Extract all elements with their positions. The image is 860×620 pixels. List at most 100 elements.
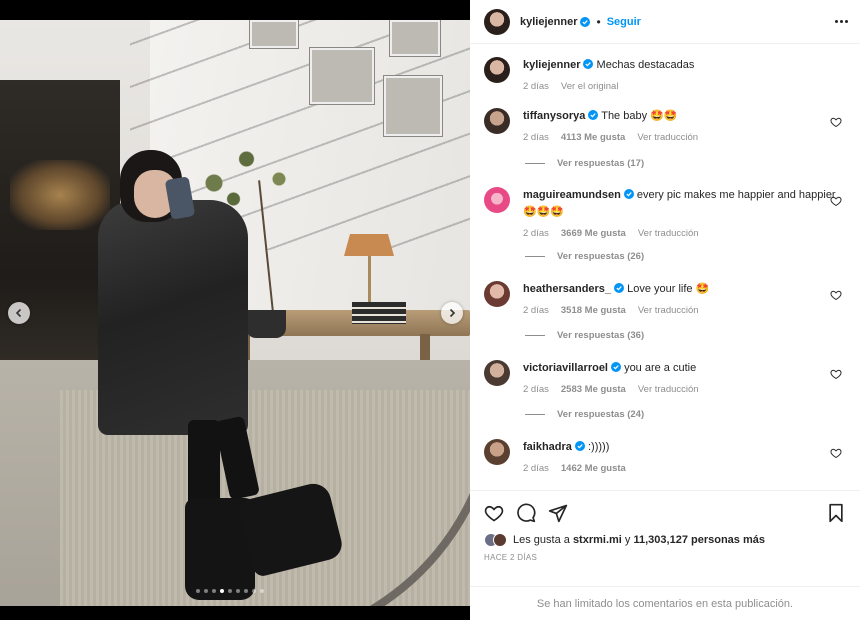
- translate-link[interactable]: Ver traducción: [637, 129, 698, 146]
- action-icons: [470, 491, 860, 523]
- photo-frame: [390, 20, 440, 56]
- comment-time: 2 días: [523, 305, 549, 316]
- avatar: [493, 533, 507, 547]
- comment-meta: 2 días 3669 Me gusta Ver traducción: [523, 225, 850, 242]
- comment-meta: 2 días 4113 Me gusta Ver traducción: [523, 129, 850, 146]
- heart-icon[interactable]: [830, 195, 842, 207]
- verified-icon: [580, 16, 591, 27]
- likes-count-link[interactable]: 11,303,127 personas más: [633, 534, 764, 546]
- comment-time: 2 días: [523, 228, 549, 239]
- verified-icon: [574, 441, 585, 451]
- comment-time: 2 días: [523, 463, 549, 474]
- replies-label: Ver respuestas (36): [557, 330, 645, 341]
- comment-username[interactable]: maguireamundsen: [523, 189, 621, 201]
- comment-likes[interactable]: 3518 Me gusta: [561, 302, 626, 319]
- comment-body: tiffanysorya The baby 🤩🤩 2 días 4113 Me …: [523, 108, 850, 146]
- translate-link[interactable]: Ver traducción: [638, 381, 699, 398]
- avatar[interactable]: [484, 187, 510, 213]
- header-username[interactable]: kyliejenner: [520, 16, 577, 28]
- replies-line: [525, 256, 545, 257]
- comment-likes[interactable]: 2583 Me gusta: [561, 381, 626, 398]
- heart-icon[interactable]: [830, 116, 842, 128]
- view-replies-button[interactable]: Ver respuestas (24): [525, 409, 644, 420]
- chevron-right-icon: [449, 308, 456, 318]
- comment-meta: 2 días 3518 Me gusta Ver traducción: [523, 302, 850, 319]
- post-actions: Les gusta a stxrmi.mi y 11,303,127 perso…: [470, 490, 860, 586]
- replies-line: [525, 414, 545, 415]
- translate-link[interactable]: Ver traducción: [638, 225, 699, 242]
- caption-username[interactable]: kyliejenner: [523, 59, 580, 71]
- likes-user-link[interactable]: stxrmi.mi: [573, 534, 622, 546]
- comment-item: faikhadra :))))) 2 días 1462 Me gusta: [484, 439, 850, 477]
- photo-frame: [310, 48, 374, 104]
- view-replies-button[interactable]: Ver respuestas (17): [525, 158, 644, 169]
- comment-username[interactable]: faikhadra: [523, 441, 572, 453]
- comment-item: victoriavillarroel you are a cutie 2 día…: [484, 360, 850, 398]
- photo-pane: [0, 0, 470, 620]
- likes-text: Les gusta a stxrmi.mi y 11,303,127 perso…: [513, 534, 765, 546]
- replies-line: [525, 163, 545, 164]
- view-replies-button[interactable]: Ver respuestas (26): [525, 251, 644, 262]
- avatar[interactable]: [484, 439, 510, 465]
- photo-lamp-stem: [368, 256, 371, 306]
- comment-time: 2 días: [523, 384, 549, 395]
- carousel-dot: [236, 589, 240, 593]
- see-original-link[interactable]: Ver el original: [561, 78, 619, 95]
- comment-likes[interactable]: 3669 Me gusta: [561, 225, 626, 242]
- avatar[interactable]: [484, 57, 510, 83]
- photo-frame: [250, 20, 298, 48]
- post-photo[interactable]: [0, 20, 470, 606]
- verified-icon: [614, 283, 625, 293]
- comment-meta: 2 días 1462 Me gusta: [523, 460, 850, 477]
- comment-likes[interactable]: 4113 Me gusta: [561, 129, 625, 146]
- heart-icon[interactable]: [830, 289, 842, 301]
- comments-limited-notice: Se han limitado los comentarios en esta …: [470, 586, 860, 620]
- follow-button[interactable]: Seguir: [607, 16, 641, 28]
- likes-summary: Les gusta a stxrmi.mi y 11,303,127 perso…: [470, 523, 860, 547]
- heart-icon[interactable]: [830, 368, 842, 380]
- replies-label: Ver respuestas (24): [557, 409, 645, 420]
- comment-text: you are a cutie: [624, 362, 697, 374]
- replies-label: Ver respuestas (26): [557, 251, 645, 262]
- like-heart-icon[interactable]: [484, 503, 504, 523]
- translate-link[interactable]: Ver traducción: [638, 302, 699, 319]
- photo-cabinet-light: [10, 160, 110, 230]
- comment-likes[interactable]: 1462 Me gusta: [561, 460, 626, 477]
- heart-icon[interactable]: [830, 447, 842, 459]
- caption-time: 2 días: [523, 81, 549, 92]
- carousel-next-button[interactable]: [441, 302, 463, 324]
- avatar[interactable]: [484, 281, 510, 307]
- more-options-button[interactable]: [835, 20, 848, 23]
- comment-bubble-icon[interactable]: [516, 503, 536, 523]
- instagram-post-modal: kyliejenner • Seguir kyliejenner Mechas …: [0, 0, 860, 620]
- view-replies-button[interactable]: Ver respuestas (36): [525, 330, 644, 341]
- photo-bench-leg: [420, 334, 430, 360]
- comment-text: every pic makes me happier and happier: [636, 189, 836, 201]
- post-timestamp[interactable]: HACE 2 DÍAS: [470, 547, 860, 562]
- photo-lamp-shade: [344, 234, 394, 256]
- photo-person-coat: [98, 200, 248, 435]
- likes-connector: y: [624, 534, 631, 546]
- dot-icon: [845, 20, 848, 23]
- avatar[interactable]: [484, 108, 510, 134]
- comment-username[interactable]: tiffanysorya: [523, 110, 585, 122]
- comment-username[interactable]: heathersanders_: [523, 283, 611, 295]
- comment-body: victoriavillarroel you are a cutie 2 día…: [523, 360, 850, 398]
- verified-icon: [588, 110, 599, 120]
- comment-meta: 2 días 2583 Me gusta Ver traducción: [523, 381, 850, 398]
- carousel-prev-button[interactable]: [8, 302, 30, 324]
- photo-frame: [384, 76, 442, 136]
- verified-icon: [611, 362, 621, 372]
- bookmark-icon[interactable]: [826, 503, 846, 523]
- carousel-dot: [212, 589, 216, 593]
- photo-books: [352, 302, 406, 324]
- avatar[interactable]: [484, 360, 510, 386]
- carousel-dot: [204, 589, 208, 593]
- carousel-dot: [196, 589, 200, 593]
- replies-line: [525, 335, 545, 336]
- share-send-icon[interactable]: [548, 503, 568, 523]
- caption-body: kyliejenner Mechas destacadas 2 días Ver…: [523, 57, 850, 95]
- avatar[interactable]: [484, 8, 510, 35]
- comment-username[interactable]: victoriavillarroel: [523, 362, 608, 374]
- follow-separator: •: [596, 14, 601, 29]
